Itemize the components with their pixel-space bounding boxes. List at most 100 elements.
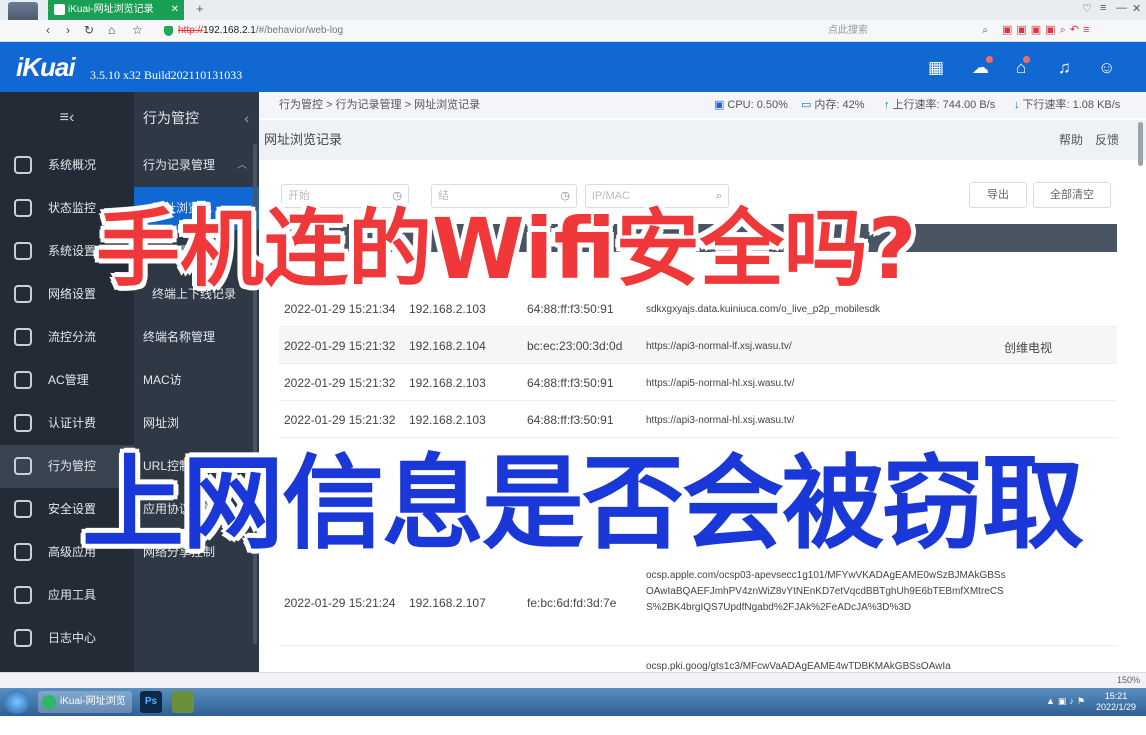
forward-icon[interactable]: ›: [66, 23, 70, 37]
taskbar-clock[interactable]: 15:21 2022/1/29: [1096, 691, 1136, 713]
tools-icon: [14, 586, 32, 604]
sidebar-item[interactable]: AC管理: [0, 359, 134, 402]
menu-icon[interactable]: ≡: [1100, 2, 1106, 14]
skin-icon[interactable]: ♡: [1082, 2, 1092, 15]
close-window-icon[interactable]: ✕: [1132, 2, 1141, 15]
home-icon[interactable]: ⌂: [1016, 56, 1031, 78]
new-tab-icon[interactable]: +: [196, 1, 204, 16]
app-header: iKuai 3.5.10 x32 Build202110131033 ▦ ☁ ⌂…: [0, 42, 1146, 92]
bookmark-star-icon[interactable]: ☆: [132, 23, 143, 37]
table-row[interactable]: 2022-01-29 15:21:24 192.168.2.107 fe:bc:6d…: [279, 560, 1117, 646]
sidebar-item[interactable]: 应用工具: [0, 574, 134, 617]
feedback-link[interactable]: 反馈: [1095, 120, 1119, 160]
chevron-left-icon[interactable]: ‹: [244, 92, 249, 144]
cell-time: 2022-01-29 15:21:24: [284, 596, 396, 610]
cell-url: https://api3-normal-lf.xsj.wasu.tv/: [646, 340, 792, 352]
zoom-level[interactable]: 150%: [1117, 675, 1140, 685]
taskbar-browser-label: iKuai-网址浏览记...: [60, 696, 126, 729]
cell-mac: 64:88:ff:f3:50:91: [527, 375, 614, 390]
cell-time: 2022-01-29 15:21:32: [284, 375, 396, 390]
sidebar-item-label: AC管理: [48, 373, 89, 387]
browser-tab-strip: iKuai-网址浏览记录 ✕ + ♡ ≡ — ✕: [0, 0, 1146, 38]
submenu-title-label: 行为管控: [143, 110, 199, 126]
cpu-icon: ▣: [714, 99, 725, 111]
memory-icon: ▭: [801, 99, 812, 111]
minimize-icon[interactable]: —: [1116, 2, 1127, 14]
search-placeholder: 点此搜索: [828, 25, 868, 36]
submenu-item-label: 行为记录管理: [143, 158, 216, 172]
sidebar-item-label: 日志中心: [48, 631, 97, 645]
home-icon[interactable]: ⌂: [108, 23, 115, 37]
windows-taskbar: iKuai-网址浏览记... Ps ▲▣♪⚑ 15:21 2022/1/29: [0, 688, 1146, 729]
sidebar-item[interactable]: 系统概况: [0, 144, 134, 187]
cell-mac: 64:88:ff:f3:50:91: [527, 301, 614, 316]
upload-stat: ↑ 上行速率: 744.00 B/s: [884, 92, 995, 118]
submenu-item[interactable]: 终端名称管理: [134, 316, 259, 359]
reload-icon[interactable]: ↻: [84, 23, 94, 37]
cloud-icon[interactable]: ☁: [972, 56, 993, 78]
address-bar: ‹ › ↻ ⌂ ☆ http://192.168.2.1/#/behavior/…: [0, 20, 1146, 42]
cell-url: ocsp.apple.com/ocsp03-apevsecc1g101/MFYw…: [646, 570, 1006, 613]
submenu-item[interactable]: MAC访: [134, 359, 259, 402]
url-protocol: http://: [178, 25, 204, 36]
auth-icon: [14, 414, 32, 432]
content-scrollbar[interactable]: [1138, 122, 1143, 166]
memory-stat: ▭ 内存: 42%: [801, 92, 865, 118]
minecraft-taskbar-icon[interactable]: [172, 691, 194, 713]
help-link[interactable]: 帮助: [1059, 120, 1083, 160]
firmware-version: 3.5.10 x32 Build202110131033: [90, 68, 243, 82]
firewall-icon: [14, 500, 32, 518]
submenu-item-label: MAC访: [143, 373, 182, 387]
export-button[interactable]: 导出: [969, 182, 1027, 208]
submenu-item[interactable]: 行为记录管理 ︿: [134, 144, 259, 187]
browser-search-input[interactable]: 点此搜索 ⌕: [812, 22, 992, 40]
cell-terminal: 创维电视: [1004, 340, 1053, 355]
ikuai-favicon-icon: [54, 4, 65, 15]
breadcrumb: 行为管控 > 行为记录管理 > 网址浏览记录: [279, 99, 481, 111]
clock-time: 15:21: [1104, 691, 1128, 701]
page-title: 网址浏览记录: [264, 132, 343, 147]
sidebar-item[interactable]: 日志中心: [0, 617, 134, 660]
overlay-caption-subtitle: 上网信息是否会被窃取: [82, 445, 1084, 564]
collapse-menu-icon[interactable]: ≡‹: [0, 92, 134, 144]
ikuai-logo: iKuai: [16, 52, 76, 82]
browser-tab-active[interactable]: iKuai-网址浏览记录 ✕: [48, 0, 184, 20]
cell-ip: 192.168.2.103: [409, 301, 486, 316]
behavior-icon: [14, 457, 32, 475]
back-icon[interactable]: ‹: [46, 23, 50, 37]
cell-ip: 192.168.2.104: [409, 338, 486, 353]
url-host: 192.168.2.1: [203, 25, 256, 36]
start-button-icon[interactable]: [4, 690, 30, 714]
sidebar-item[interactable]: 流控分流: [0, 316, 134, 359]
sidebar-item-label: 应用工具: [48, 588, 97, 602]
close-tab-icon[interactable]: ✕: [171, 0, 179, 20]
wifi-icon: [14, 371, 32, 389]
sidebar-item-label: 流控分流: [48, 330, 97, 344]
user-icon[interactable]: ☺: [1098, 58, 1115, 78]
url-input[interactable]: http://192.168.2.1/#/behavior/web-log: [160, 22, 760, 40]
qrcode-icon[interactable]: ▦: [928, 58, 944, 78]
search-icon[interactable]: ⌕: [982, 22, 988, 40]
arrow-up-icon: ↑: [884, 99, 890, 111]
browser-app-icon: [42, 695, 56, 709]
browser-status-bar: 150%: [0, 672, 1146, 688]
photoshop-taskbar-icon[interactable]: Ps: [140, 691, 162, 713]
submenu-title: 行为管控 ‹: [134, 92, 259, 144]
overlay-caption-question: 手机连的Wifi安全吗?: [96, 200, 917, 298]
status-strip: 行为管控 > 行为记录管理 > 网址浏览记录 ▣ CPU: 0.50% ▭ 内存: …: [259, 92, 1146, 118]
clear-all-button[interactable]: 全部清空: [1033, 182, 1111, 208]
log-icon: [14, 629, 32, 647]
bell-icon[interactable]: ♫: [1058, 58, 1071, 78]
sliders-icon: [14, 328, 32, 346]
taskbar-browser-item[interactable]: iKuai-网址浏览记...: [38, 691, 132, 729]
table-row[interactable]: 2022-01-29 15:21:32 192.168.2.104 bc:ec:23…: [279, 327, 1117, 364]
clock-date: 2022/1/29: [1095, 702, 1136, 712]
monitor-icon: [14, 199, 32, 217]
sidebar-item-label: 状态监控: [48, 201, 97, 215]
browser-toolbar-icons[interactable]: ▣▣▣▣⌕↶≡: [1002, 23, 1093, 37]
cpu-stat: ▣ CPU: 0.50%: [714, 92, 788, 118]
table-row[interactable]: 2022-01-29 15:21:32 192.168.2.103 64:88:ff…: [279, 364, 1117, 401]
system-tray-icons[interactable]: ▲▣♪⚑: [1046, 696, 1088, 707]
security-shield-icon: [164, 26, 173, 36]
download-stat: ↓ 下行速率: 1.08 KB/s: [1014, 92, 1120, 118]
